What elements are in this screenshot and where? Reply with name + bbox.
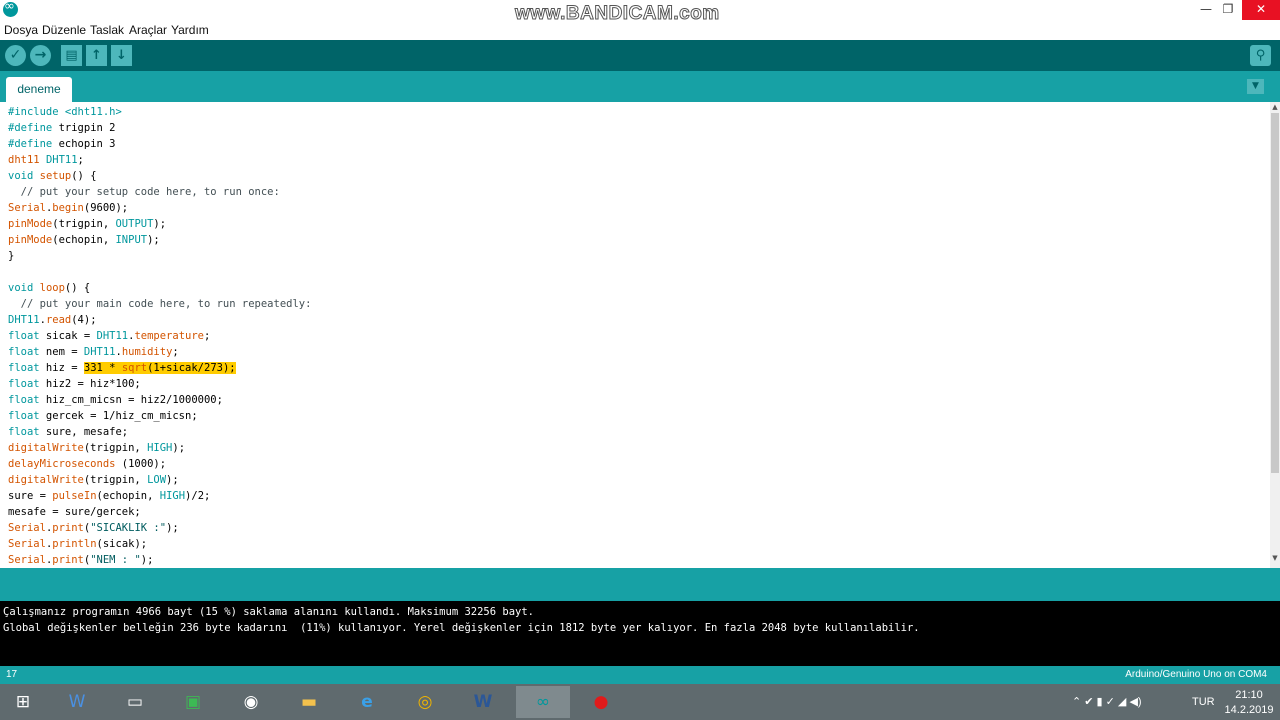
menu-yardim[interactable]: Yardım	[171, 23, 209, 37]
chrome-icon[interactable]: ◎	[398, 686, 452, 718]
taskbar-clock[interactable]: 21:10 14.2.2019	[1222, 688, 1276, 718]
code-line: Serial.begin(9600);	[8, 202, 129, 214]
new-sketch-icon[interactable]: ▤	[61, 45, 82, 66]
console-line: Global değişkenler belleğin 236 byte kad…	[3, 622, 920, 634]
title-bar: www.BANDICAM.com — ❐ ✕	[0, 0, 1280, 25]
arduino-taskbar-icon[interactable]: ∞	[516, 686, 570, 718]
code-line: float nem = DHT11.humidity;	[8, 346, 179, 358]
code-line: Serial.println(sicak);	[8, 538, 148, 550]
taskbar: ⊞ W ▭ ▣ ◉ ▬ e ◎ W ∞ ● ⌃ ✔ ▮ ✓ ◢ ◀) TUR 2…	[0, 684, 1280, 720]
menu-bar: Dosya Düzenle Taslak Araçlar Yardım	[0, 20, 1280, 41]
file-explorer-icon[interactable]: ▬	[282, 686, 336, 718]
code-line: delayMicroseconds (1000);	[8, 458, 167, 470]
maximize-button[interactable]: ❐	[1210, 0, 1246, 20]
code-line: // put your setup code here, to run once…	[8, 186, 280, 198]
code-line: dht11 DHT11;	[8, 154, 84, 166]
editor-scrollbar-thumb[interactable]	[1271, 113, 1279, 473]
clock-date: 14.2.2019	[1224, 704, 1274, 716]
close-button[interactable]: ✕	[1242, 0, 1280, 20]
code-line: mesafe = sure/gercek;	[8, 506, 141, 518]
save-sketch-icon[interactable]: ↓	[111, 45, 132, 66]
code-line: // put your main code here, to run repea…	[8, 298, 312, 310]
code-line-selected: float hiz = 331 * sqrt(1+sicak/273);	[8, 362, 236, 374]
store-icon[interactable]: ▣	[166, 686, 220, 718]
thunderbird-icon[interactable]: ◉	[224, 686, 278, 718]
code-line: float gercek = 1/hiz_cm_micsn;	[8, 410, 198, 422]
code-line: sure = pulseIn(echopin, HIGH)/2;	[8, 490, 211, 502]
scroll-up-icon[interactable]: ▲	[1270, 102, 1280, 112]
serial-monitor-icon[interactable]: ⚲	[1250, 45, 1271, 66]
code-line: float hiz2 = hiz*100;	[8, 378, 141, 390]
arduino-app-icon	[3, 0, 18, 17]
status-bar: 17 Arduino/Genuino Uno on COM4	[0, 666, 1280, 684]
board-port-label: Arduino/Genuino Uno on COM4	[1125, 669, 1267, 680]
start-icon[interactable]: ⊞	[0, 686, 46, 718]
upload-icon[interactable]: →	[30, 45, 51, 66]
open-sketch-icon[interactable]: ↑	[86, 45, 107, 66]
code-line: float sicak = DHT11.temperature;	[8, 330, 211, 342]
monitor-app-icon[interactable]: ▭	[108, 686, 162, 718]
code-line: float sure, mesafe;	[8, 426, 129, 438]
clock-time: 21:10	[1235, 689, 1263, 701]
code-editor[interactable]: #include <dht11.h> #define trigpin 2 #de…	[0, 102, 1270, 568]
code-line: digitalWrite(trigpin, LOW);	[8, 474, 179, 486]
code-line: void setup() {	[8, 170, 97, 182]
code-line: DHT11.read(4);	[8, 314, 97, 326]
internet-explorer-icon[interactable]: e	[340, 686, 394, 718]
code-line: Serial.print("SICAKLIK :");	[8, 522, 179, 534]
code-line: Serial.print("NEM : ");	[8, 554, 154, 566]
code-line: pinMode(echopin, INPUT);	[8, 234, 160, 246]
word-icon[interactable]: W	[456, 686, 510, 718]
tab-deneme[interactable]: deneme	[6, 77, 72, 102]
tab-menu-icon[interactable]: ▼	[1247, 79, 1264, 94]
menu-araclar[interactable]: Araçlar	[129, 23, 167, 37]
line-number: 17	[6, 669, 18, 680]
code-line: #include <dht11.h>	[8, 106, 122, 118]
verify-icon[interactable]: ✓	[5, 45, 26, 66]
code-line: #define trigpin 2	[8, 122, 116, 134]
console-line: Çalışmanız programın 4966 bayt (15 %) sa…	[3, 606, 535, 618]
bandicam-record-icon[interactable]: ●	[574, 686, 628, 718]
code-line: pinMode(trigpin, OUTPUT);	[8, 218, 167, 230]
menu-dosya[interactable]: Dosya	[4, 23, 38, 37]
code-line: }	[8, 250, 15, 262]
winword-pinned-icon[interactable]: W	[50, 686, 104, 718]
toolbar: ✓ → ▤ ↑ ↓ ⚲	[0, 40, 1280, 71]
tab-strip: deneme ▼	[0, 71, 1280, 102]
scroll-down-icon[interactable]: ▼	[1270, 553, 1280, 563]
menu-taslak[interactable]: Taslak	[90, 23, 124, 37]
code-line: #define echopin 3	[8, 138, 116, 150]
code-line: digitalWrite(trigpin, HIGH);	[8, 442, 186, 454]
selection-highlight: 331 * sqrt(1+sicak/273);	[83, 362, 236, 374]
input-language[interactable]: TUR	[1192, 684, 1215, 720]
system-tray-icons[interactable]: ⌃ ✔ ▮ ✓ ◢ ◀)	[1072, 684, 1142, 720]
code-line: float hiz_cm_micsn = hiz2/1000000;	[8, 394, 223, 406]
menu-duzenle[interactable]: Düzenle	[42, 23, 86, 37]
console-output: Çalışmanız programın 4966 bayt (15 %) sa…	[0, 601, 1280, 666]
message-bar	[0, 568, 1280, 601]
code-line: void loop() {	[8, 282, 91, 294]
